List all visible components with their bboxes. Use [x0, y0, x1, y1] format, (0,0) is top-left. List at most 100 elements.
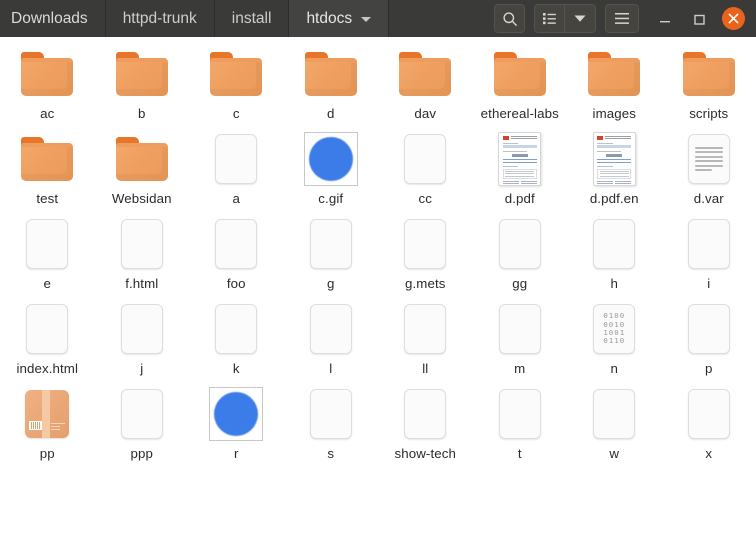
file-item-show-tech[interactable]: show-tech — [378, 377, 473, 462]
file-item-websidan[interactable]: Websidan — [95, 122, 190, 207]
code-file-icon — [680, 385, 738, 443]
package-archive-icon — [18, 385, 76, 443]
file-item-d[interactable]: d — [284, 37, 379, 122]
window-titlebar: Downloads httpd-trunk install htdocs — [0, 0, 756, 37]
chevron-down-icon — [574, 15, 586, 22]
view-options-dropdown-button[interactable] — [565, 4, 596, 33]
file-item-t[interactable]: t — [473, 377, 568, 462]
file-item-g-mets[interactable]: g.mets — [378, 207, 473, 292]
view-options-group — [534, 4, 596, 33]
file-item-label: j — [140, 361, 144, 376]
folder-icon — [18, 45, 76, 103]
file-item-label: i — [707, 276, 711, 291]
file-item-h[interactable]: h — [567, 207, 662, 292]
folder-icon — [113, 45, 171, 103]
file-item-k[interactable]: k — [189, 292, 284, 377]
file-item-j[interactable]: j — [95, 292, 190, 377]
breadcrumb-item-httpd-trunk[interactable]: httpd-trunk — [105, 0, 215, 37]
file-item-images[interactable]: images — [567, 37, 662, 122]
file-item-label: g — [327, 276, 335, 291]
code-file-icon — [302, 385, 360, 443]
minimize-button[interactable] — [648, 0, 682, 37]
pdf-document-thumbnail — [491, 130, 549, 188]
minimize-icon — [660, 20, 670, 22]
file-item-test[interactable]: test — [0, 122, 95, 207]
file-item-scripts[interactable]: scripts — [662, 37, 756, 122]
hamburger-menu-icon — [615, 13, 629, 24]
search-button-group — [494, 4, 525, 33]
file-item-label: x — [705, 446, 713, 461]
file-item-label: s — [327, 446, 335, 461]
file-item-d-pdf-en[interactable]: d.pdf.en — [567, 122, 662, 207]
file-item-ppp[interactable]: ppp — [95, 377, 190, 462]
file-item-label: c.gif — [318, 191, 344, 206]
main-menu-button[interactable] — [605, 4, 639, 33]
file-item-label: Websidan — [111, 191, 172, 206]
file-item-c[interactable]: c — [189, 37, 284, 122]
file-item-b[interactable]: b — [95, 37, 190, 122]
file-item-label: a — [232, 191, 240, 206]
file-item-a[interactable]: a — [189, 122, 284, 207]
breadcrumb-item-htdocs[interactable]: htdocs — [289, 0, 390, 37]
file-item-ll[interactable]: ll — [378, 292, 473, 377]
file-item-label: test — [36, 191, 59, 206]
file-item-ac[interactable]: ac — [0, 37, 95, 122]
file-item-label: ppp — [130, 446, 153, 461]
breadcrumb-label: install — [231, 9, 272, 27]
file-item-label: r — [233, 446, 239, 461]
search-button[interactable] — [494, 4, 525, 33]
file-item-ethereal-labs[interactable]: ethereal-labs — [473, 37, 568, 122]
close-button-circle — [721, 7, 745, 30]
code-file-icon — [491, 385, 549, 443]
file-item-label: f.html — [125, 276, 159, 291]
titlebar-right-controls — [494, 0, 756, 37]
view-list-button[interactable] — [534, 4, 565, 33]
file-item-foo[interactable]: foo — [189, 207, 284, 292]
file-item-index-html[interactable]: index.html — [0, 292, 95, 377]
file-item-r[interactable]: r — [189, 377, 284, 462]
file-grid-row: index.html j k l ll m 0100 0010 1001 0110 n p — [0, 292, 756, 377]
file-item-label: b — [138, 106, 146, 121]
file-item-f-html[interactable]: f.html — [95, 207, 190, 292]
file-item-i[interactable]: i — [662, 207, 756, 292]
file-item-label: gg — [512, 276, 528, 291]
file-item-label: n — [610, 361, 618, 376]
chevron-down-icon[interactable] — [361, 17, 372, 22]
file-item-label: ethereal-labs — [480, 106, 559, 121]
file-item-label: d.pdf — [504, 191, 535, 206]
file-item-label: c — [232, 106, 240, 121]
file-item-label: d — [327, 106, 335, 121]
breadcrumb-label: Downloads — [11, 9, 88, 27]
code-file-icon — [113, 300, 171, 358]
close-button[interactable] — [716, 0, 750, 37]
file-item-e[interactable]: e — [0, 207, 95, 292]
file-item-label: d.var — [693, 191, 724, 206]
file-item-pp[interactable]: pp — [0, 377, 95, 462]
file-item-g[interactable]: g — [284, 207, 379, 292]
file-item-n[interactable]: 0100 0010 1001 0110 n — [567, 292, 662, 377]
folder-icon — [207, 45, 265, 103]
file-grid-row: e f.html foo g g.mets gg h i — [0, 207, 756, 292]
file-item-x[interactable]: x — [662, 377, 756, 462]
file-item-w[interactable]: w — [567, 377, 662, 462]
file-item-c-gif[interactable]: c.gif — [284, 122, 379, 207]
file-item-d-pdf[interactable]: d.pdf — [473, 122, 568, 207]
code-file-icon — [207, 215, 265, 273]
file-item-d-var[interactable]: d.var — [662, 122, 756, 207]
file-item-label: ll — [422, 361, 429, 376]
file-item-p[interactable]: p — [662, 292, 756, 377]
code-file-icon — [585, 215, 643, 273]
breadcrumb-item-install[interactable]: install — [214, 0, 290, 37]
file-item-gg[interactable]: gg — [473, 207, 568, 292]
file-icon-grid[interactable]: ac b c d dav ethereal-labs images scripts test We… — [0, 37, 756, 543]
file-item-s[interactable]: s — [284, 377, 379, 462]
view-list-icon — [543, 13, 556, 25]
file-item-cc[interactable]: cc — [378, 122, 473, 207]
text-file-icon — [680, 130, 738, 188]
maximize-button[interactable] — [682, 0, 716, 37]
breadcrumb-item-downloads[interactable]: Downloads — [0, 0, 106, 37]
code-file-icon — [302, 215, 360, 273]
file-item-l[interactable]: l — [284, 292, 379, 377]
file-item-m[interactable]: m — [473, 292, 568, 377]
file-item-dav[interactable]: dav — [378, 37, 473, 122]
